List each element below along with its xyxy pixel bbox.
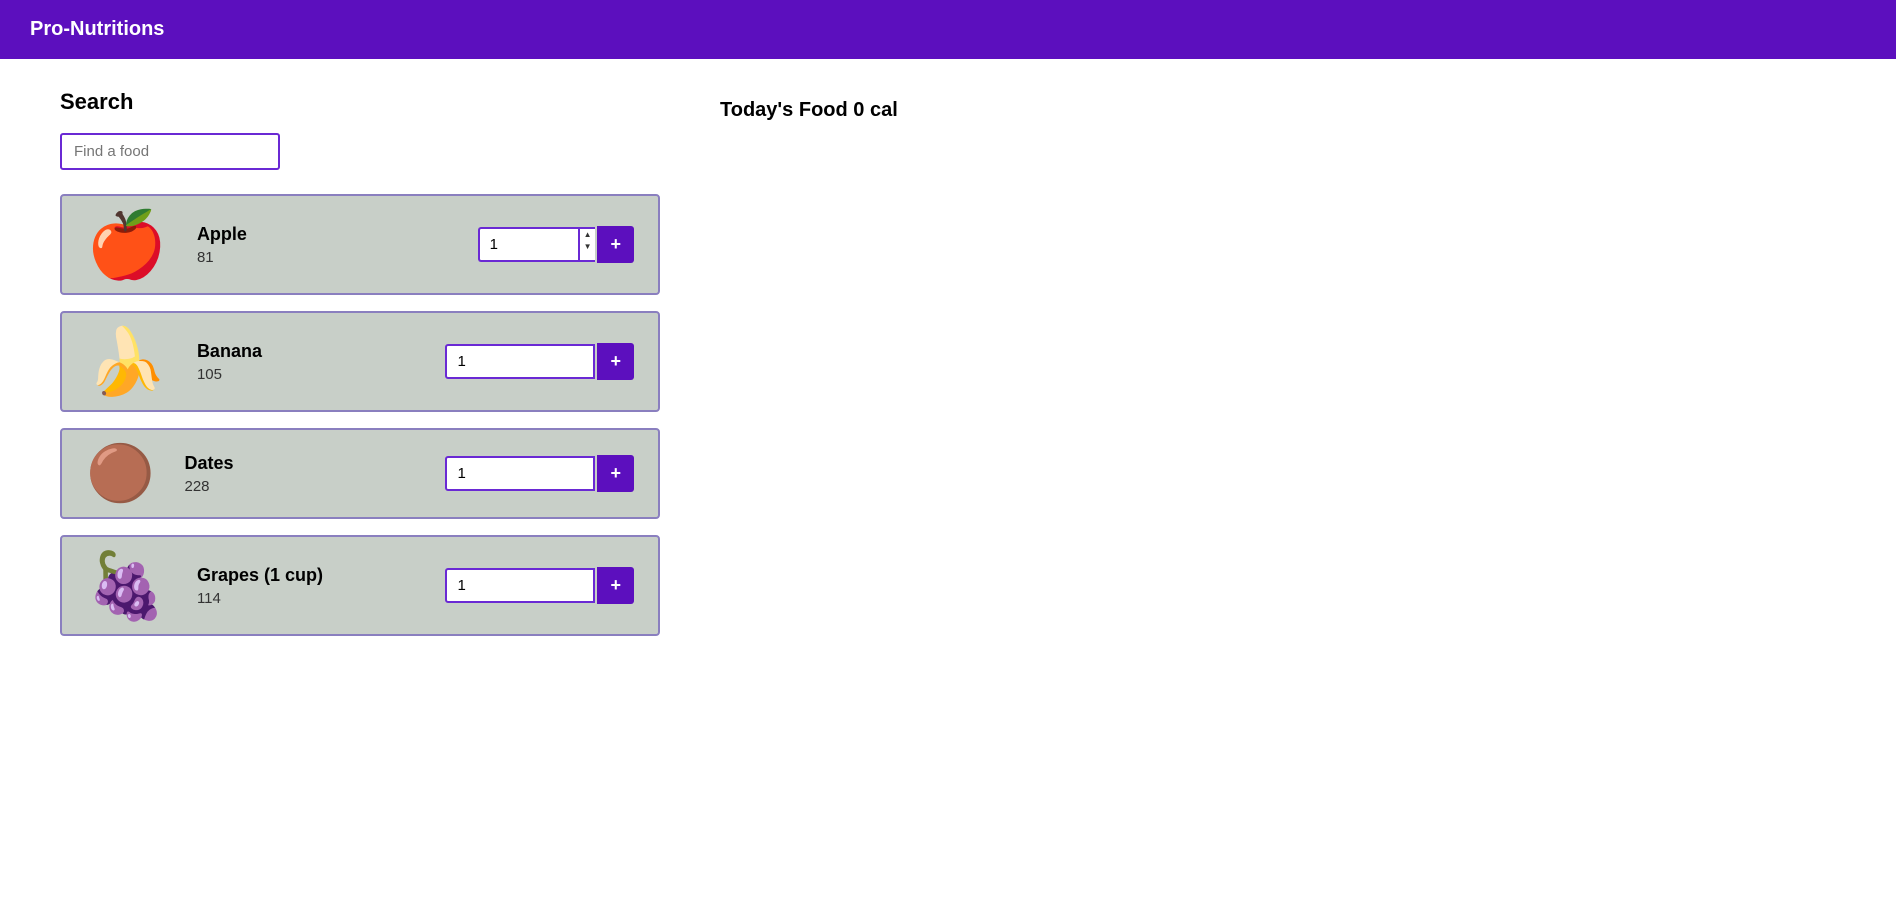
banana-image: 🍌	[86, 329, 167, 394]
apple-controls: ▲ ▼ +	[478, 226, 634, 263]
grapes-calories: 114	[197, 590, 416, 607]
dates-image: 🟤	[86, 446, 154, 501]
dates-calories: 228	[184, 478, 415, 495]
banana-quantity-input[interactable]	[445, 344, 595, 379]
grapes-controls: +	[445, 567, 634, 604]
apple-calories: 81	[197, 249, 448, 266]
banana-add-button[interactable]: +	[597, 343, 634, 380]
food-card-dates: 🟤 Dates 228 +	[60, 428, 660, 519]
grapes-info: Grapes (1 cup) 114	[197, 565, 416, 607]
apple-image: 🍎	[86, 212, 167, 277]
food-card-banana: 🍌 Banana 105 +	[60, 311, 660, 412]
dates-name: Dates	[184, 453, 415, 474]
search-input[interactable]	[60, 133, 280, 170]
left-panel: Search 🍎 Apple 81 ▲ ▼	[60, 89, 660, 636]
banana-name: Banana	[197, 341, 416, 362]
dates-controls: +	[445, 455, 634, 492]
grapes-add-button[interactable]: +	[597, 567, 634, 604]
apple-decrement[interactable]: ▼	[580, 241, 596, 253]
apple-name: Apple	[197, 224, 448, 245]
banana-controls: +	[445, 343, 634, 380]
apple-quantity-wrapper: ▲ ▼	[478, 227, 596, 262]
dates-info: Dates 228	[184, 453, 415, 495]
banana-info: Banana 105	[197, 341, 416, 383]
today-food-title: Today's Food 0 cal	[720, 99, 1836, 122]
food-list: 🍎 Apple 81 ▲ ▼ +	[60, 194, 660, 636]
apple-add-button[interactable]: +	[597, 226, 634, 263]
apple-info: Apple 81	[197, 224, 448, 266]
grapes-name: Grapes (1 cup)	[197, 565, 416, 586]
grapes-image: 🍇	[86, 553, 167, 618]
apple-spinner[interactable]: ▲ ▼	[578, 227, 596, 262]
apple-quantity-input[interactable]	[478, 227, 578, 262]
right-panel: Today's Food 0 cal	[720, 89, 1836, 636]
search-section-title: Search	[60, 89, 660, 115]
banana-calories: 105	[197, 366, 416, 383]
grapes-quantity-input[interactable]	[445, 568, 595, 603]
food-card-apple: 🍎 Apple 81 ▲ ▼ +	[60, 194, 660, 295]
app-title: Pro-Nutritions	[30, 18, 164, 41]
apple-increment[interactable]: ▲	[580, 229, 596, 241]
dates-quantity-input[interactable]	[445, 456, 595, 491]
dates-add-button[interactable]: +	[597, 455, 634, 492]
food-card-grapes: 🍇 Grapes (1 cup) 114 +	[60, 535, 660, 636]
